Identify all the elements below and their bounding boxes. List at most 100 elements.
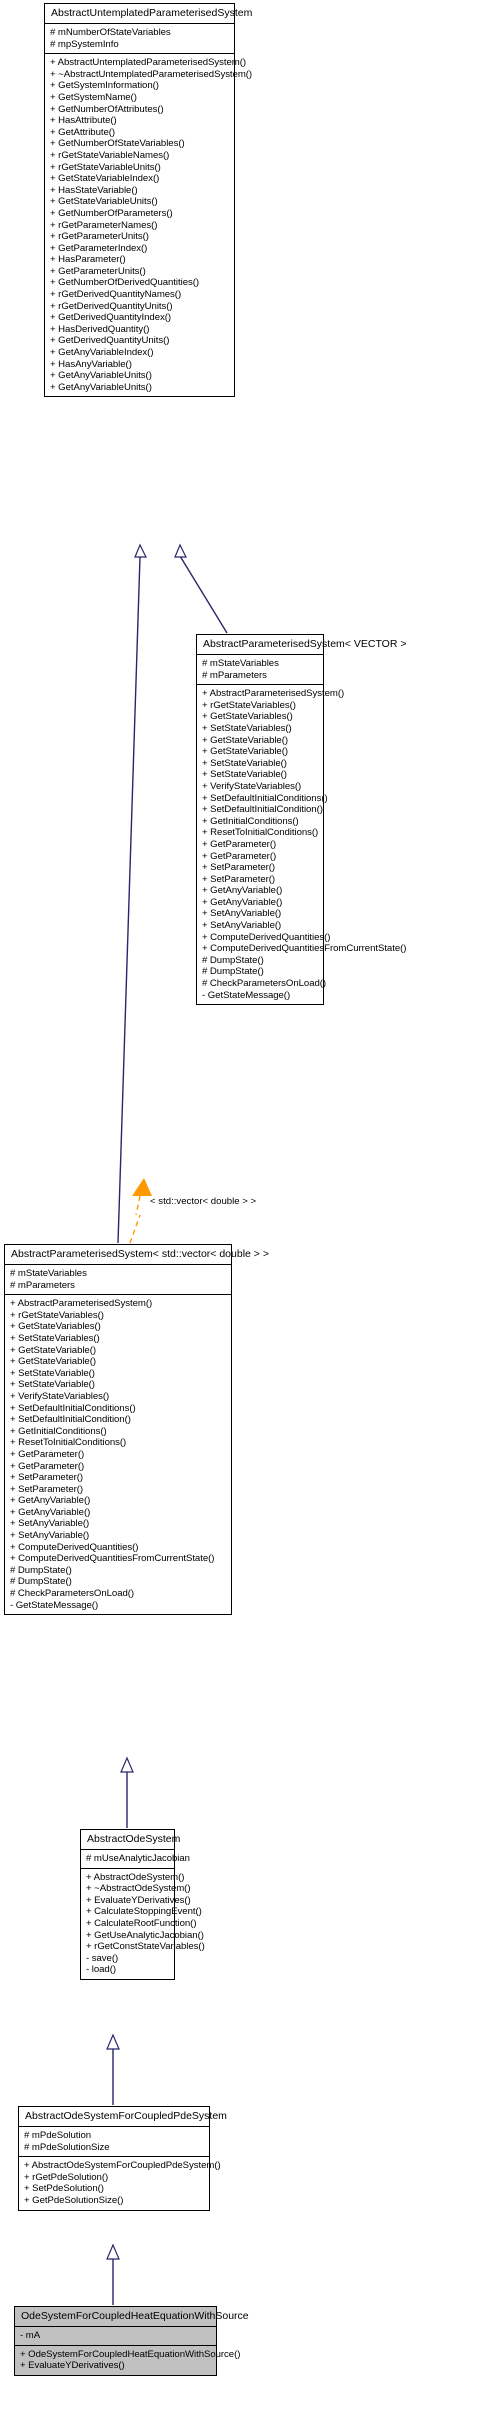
class-operation: + GetParameter() [10, 1448, 85, 1460]
class-operation: + HasAnyVariable() [50, 358, 132, 370]
class-operation: # CheckParametersOnLoad() [202, 978, 327, 990]
class-operation: + GetNumberOfStateVariables() [50, 138, 185, 150]
class-operation: + GetUseAnalyticJacobian() [86, 1929, 204, 1941]
class-attribute: # mpSystemInfo [50, 38, 119, 50]
class-title: OdeSystemForCoupledHeatEquationWithSourc… [15, 2307, 249, 2327]
class-title: AbstractOdeSystemForCoupledPdeSystem [19, 2107, 227, 2127]
class-operation: + GetStateVariables() [10, 1321, 101, 1333]
class-attribute: # mStateVariables [10, 1268, 87, 1279]
class-attributes: # mStateVariables # mParameters [5, 1265, 231, 1296]
class-operations: + AbstractOdeSystemForCoupledPdeSystem()… [19, 2157, 221, 2209]
class-operation: + ComputeDerivedQuantitiesFromCurrentSta… [10, 1553, 215, 1565]
class-operation: + GetAnyVariable() [10, 1506, 91, 1518]
class-operation: + GetSystemName() [50, 91, 137, 103]
class-box-ode-system-for-coupled-heat-equation-with-source[interactable]: OdeSystemForCoupledHeatEquationWithSourc… [14, 2306, 249, 2376]
class-attribute: # mUseAnalyticJacobian [86, 1853, 190, 1864]
class-operation: + SetDefaultInitialCondition() [202, 804, 323, 816]
class-operation: + GetStateVariable() [10, 1344, 97, 1356]
class-operation: + SetAnyVariable() [202, 908, 282, 920]
class-operation: + SetDefaultInitialConditions() [10, 1402, 136, 1414]
class-operation: + GetStateVariable() [202, 746, 289, 758]
class-operation: + GetStateVariableIndex() [50, 173, 160, 185]
class-operation: + GetAnyVariableIndex() [50, 347, 154, 359]
class-operation: + rGetParameterNames() [50, 219, 158, 231]
class-operation: + GetNumberOfAttributes() [50, 103, 164, 115]
class-operation: + rGetParameterUnits() [50, 231, 149, 243]
class-operation: + AbstractOdeSystem() [86, 1871, 185, 1883]
class-attribute: # mParameters [202, 669, 267, 681]
class-operation: + AbstractParameterisedSystem() [202, 688, 345, 700]
class-operation: + rGetDerivedQuantityNames() [50, 289, 182, 301]
class-operation: + GetAnyVariable() [202, 885, 283, 897]
class-operations: + AbstractParameterisedSystem() + rGetSt… [197, 685, 406, 1004]
class-operation: # DumpState() [202, 966, 264, 978]
class-box-abstract-parameterised-system-vector[interactable]: AbstractParameterisedSystem< VECTOR > # … [196, 634, 406, 1006]
class-operation: + rGetConstStateVariables() [86, 1941, 205, 1953]
uml-class-diagram: AbstractUntemplatedParameterisedSystem #… [0, 0, 501, 2419]
class-operation: + VerifyStateVariables() [10, 1390, 110, 1402]
class-operation: + AbstractUntemplatedParameterisedSystem… [50, 57, 246, 69]
class-operation: + GetParameter() [202, 850, 277, 862]
class-operation: + CalculateStoppingEvent() [86, 1906, 202, 1918]
class-operation: + ComputeDerivedQuantities() [10, 1541, 139, 1553]
class-box-abstract-parameterised-system-stdvector-double[interactable]: AbstractParameterisedSystem< std::vector… [4, 1244, 269, 1616]
class-operation: + rGetDerivedQuantityUnits() [50, 300, 173, 312]
class-operation: + OdeSystemForCoupledHeatEquationWithSou… [20, 2348, 241, 2360]
class-title: AbstractParameterisedSystem< VECTOR > [197, 635, 406, 655]
class-attributes: # mPdeSolution # mPdeSolutionSize [19, 2127, 209, 2158]
class-operation: + SetStateVariable() [10, 1379, 95, 1391]
class-operation: + SetStateVariables() [10, 1332, 100, 1344]
class-operation: + rGetStateVariableUnits() [50, 161, 161, 173]
class-box-abstract-ode-system[interactable]: AbstractOdeSystem # mUseAnalyticJacobian… [80, 1829, 205, 1980]
class-operation: + GetDerivedQuantityIndex() [50, 312, 172, 324]
class-operation: + AbstractParameterisedSystem() [10, 1298, 153, 1310]
class-operation: + GetParameterIndex() [50, 242, 148, 254]
class-operation: # DumpState() [10, 1564, 72, 1576]
class-box-abstract-ode-system-for-coupled-pde-system[interactable]: AbstractOdeSystemForCoupledPdeSystem # m… [18, 2106, 227, 2211]
template-instantiation-label: < std::vector< double > > [150, 1196, 257, 1207]
class-title: AbstractUntemplatedParameterisedSystem [45, 4, 252, 24]
class-operations: + OdeSystemForCoupledHeatEquationWithSou… [15, 2346, 241, 2375]
class-operation: + GetStateVariables() [202, 711, 293, 723]
class-operation: + GetDerivedQuantityUnits() [50, 335, 170, 347]
edge-stdvector-instantiates-vector [129, 1178, 152, 1244]
class-attribute: # mParameters [10, 1279, 75, 1291]
class-attribute: # mPdeSolution [24, 2130, 92, 2141]
edge-stdvector-to-untemplated [117, 543, 147, 1244]
class-operations: + AbstractUntemplatedParameterisedSystem… [45, 54, 253, 396]
class-title: AbstractOdeSystem [81, 1830, 180, 1850]
class-operation: + VerifyStateVariables() [202, 780, 302, 792]
class-operation: + GetSystemInformation() [50, 80, 159, 92]
class-operation: + SetAnyVariable() [202, 920, 282, 932]
class-operation: + SetParameter() [202, 873, 276, 885]
class-operation: + ResetToInitialConditions() [202, 827, 319, 839]
class-operation: + SetAnyVariable() [10, 1518, 90, 1530]
class-operation: - load() [86, 1964, 116, 1976]
class-attributes: # mNumberOfStateVariables # mpSystemInfo [45, 24, 234, 55]
class-operations: + AbstractParameterisedSystem() + rGetSt… [5, 1295, 231, 1614]
class-operation: + ~AbstractUntemplatedParameterisedSyste… [50, 68, 253, 80]
class-operation: + SetDefaultInitialCondition() [10, 1414, 131, 1426]
class-operation: + GetParameter() [10, 1460, 85, 1472]
class-operation: + GetAnyVariableUnits() [50, 381, 152, 393]
class-operation: + GetStateVariable() [202, 734, 289, 746]
class-operation: + SetStateVariable() [202, 757, 287, 769]
class-operation: - save() [86, 1952, 119, 1964]
class-operation: + EvaluateYDerivatives() [20, 2360, 125, 2372]
class-operation: + GetParameterUnits() [50, 265, 146, 277]
class-operation: + SetStateVariables() [202, 722, 292, 734]
class-operation: + SetParameter() [202, 862, 276, 874]
class-box-abstract-untemplated-parameterised-system[interactable]: AbstractUntemplatedParameterisedSystem #… [44, 3, 253, 398]
class-operation: # DumpState() [202, 954, 264, 966]
class-operation: + rGetPdeSolution() [24, 2171, 109, 2183]
class-attributes: # mUseAnalyticJacobian [81, 1850, 190, 1869]
class-operation: + GetStateVariableUnits() [50, 196, 158, 208]
class-operation: + GetParameter() [202, 838, 277, 850]
class-operations: + AbstractOdeSystem() + ~AbstractOdeSyst… [81, 1869, 205, 1979]
class-operation: + GetInitialConditions() [10, 1425, 107, 1437]
edge-coupledpde-to-odesystem [106, 2033, 120, 2105]
class-operation: + HasAttribute() [50, 115, 117, 127]
class-operation: + CalculateRootFunction() [86, 1917, 197, 1929]
class-operation: + SetParameter() [10, 1472, 84, 1484]
class-operation: + SetParameter() [10, 1483, 84, 1495]
